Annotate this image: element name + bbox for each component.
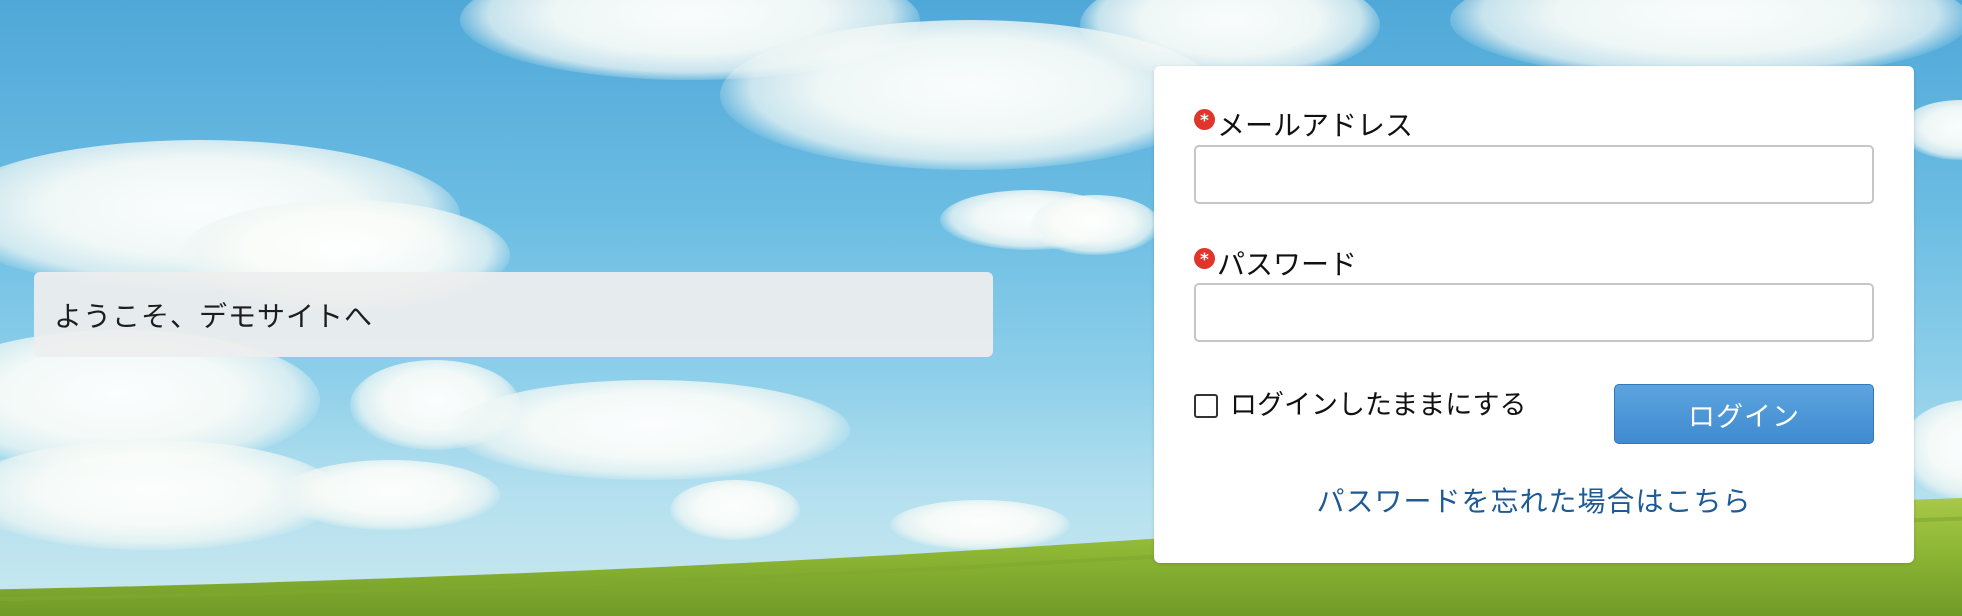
email-field[interactable]	[1194, 145, 1874, 204]
password-label: * パスワード	[1194, 243, 1357, 283]
login-panel: * メールアドレス * パスワード ログインしたままにする ログイン パスワード…	[1154, 66, 1914, 563]
welcome-banner: ようこそ、デモサイトへ	[34, 272, 993, 357]
required-asterisk-icon: *	[1194, 108, 1215, 130]
email-label: * メールアドレス	[1194, 104, 1413, 144]
welcome-text: ようこそ、デモサイトへ	[54, 299, 374, 333]
login-button[interactable]: ログイン	[1614, 384, 1874, 444]
email-label-text: メールアドレス	[1217, 109, 1414, 142]
required-asterisk-icon: *	[1194, 247, 1215, 269]
remember-me[interactable]: ログインしたままにする	[1194, 383, 1526, 422]
forgot-password-link[interactable]: パスワードを忘れた場合はこちら	[1154, 480, 1914, 520]
password-label-text: パスワード	[1217, 248, 1358, 281]
remember-me-label: ログインしたままにする	[1230, 390, 1527, 421]
password-field[interactable]	[1194, 283, 1874, 342]
remember-me-checkbox[interactable]	[1194, 393, 1218, 418]
